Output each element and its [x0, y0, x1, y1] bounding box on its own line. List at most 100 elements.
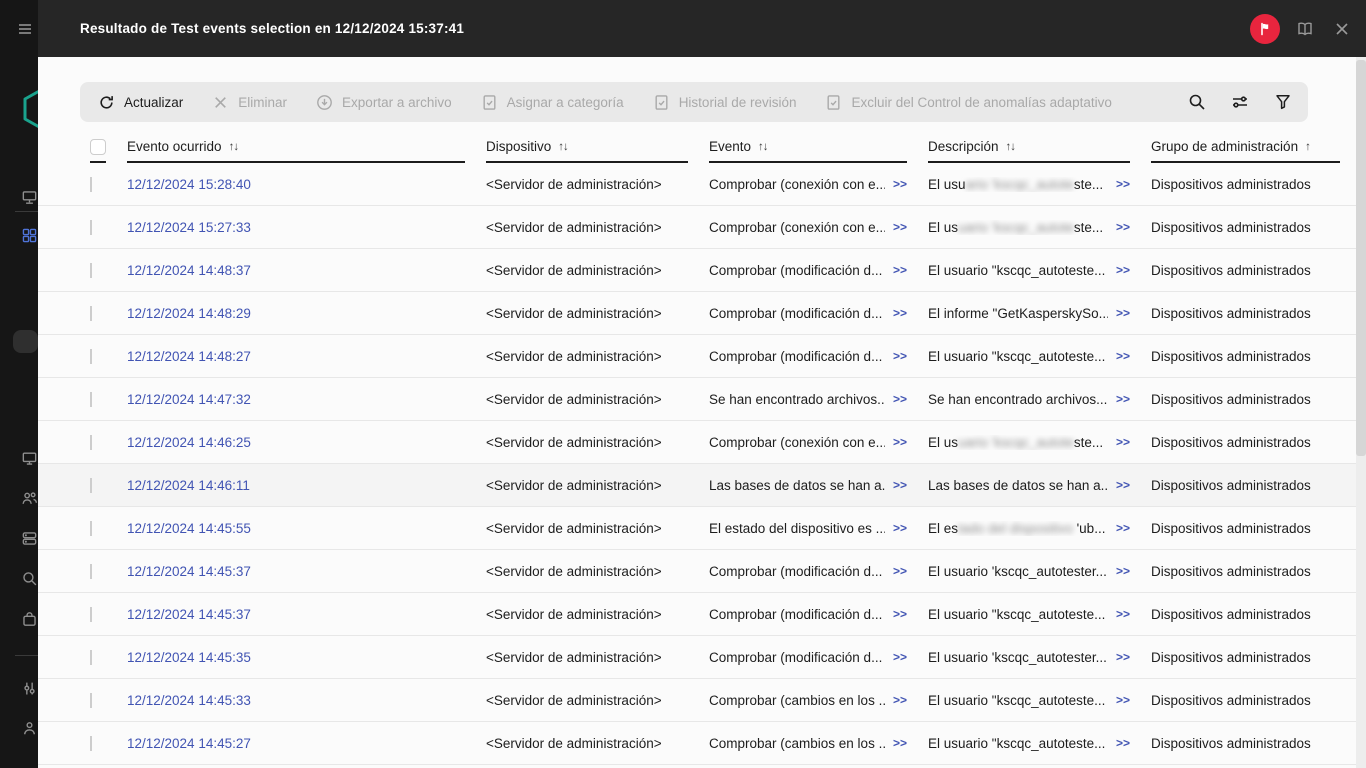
expand-event-link[interactable]: >>: [893, 220, 907, 234]
expand-description-link[interactable]: >>: [1116, 349, 1130, 363]
expand-event-link[interactable]: >>: [893, 736, 907, 750]
expand-event-link[interactable]: >>: [893, 306, 907, 320]
event-time-link[interactable]: 12/12/2024 14:45:55: [127, 521, 251, 536]
table-row[interactable]: 12/12/2024 14:46:11 <Servidor de adminis…: [38, 464, 1366, 507]
export-button[interactable]: Exportar a archivo: [316, 94, 452, 111]
devices-monitor-icon[interactable]: [21, 450, 38, 467]
expand-event-link[interactable]: >>: [893, 521, 907, 535]
table-row[interactable]: 12/12/2024 15:27:33 <Servidor de adminis…: [38, 206, 1366, 249]
row-checkbox[interactable]: [90, 649, 92, 665]
account-icon[interactable]: [21, 720, 38, 737]
search-button[interactable]: [1187, 93, 1206, 112]
admin-server-icon[interactable]: [21, 189, 38, 206]
expand-event-link[interactable]: >>: [893, 263, 907, 277]
event-time-link[interactable]: 12/12/2024 14:45:37: [127, 564, 251, 579]
row-checkbox[interactable]: [90, 348, 92, 364]
table-row[interactable]: 12/12/2024 14:45:37 <Servidor de adminis…: [38, 550, 1366, 593]
event-time-link[interactable]: 12/12/2024 14:47:32: [127, 392, 251, 407]
row-checkbox[interactable]: [90, 305, 92, 321]
event-time-link[interactable]: 12/12/2024 14:45:27: [127, 736, 251, 751]
table-row[interactable]: 12/12/2024 14:48:37 <Servidor de adminis…: [38, 249, 1366, 292]
table-row[interactable]: 12/12/2024 14:45:55 <Servidor de adminis…: [38, 507, 1366, 550]
expand-description-link[interactable]: >>: [1116, 478, 1130, 492]
search-sidebar-icon[interactable]: [21, 570, 38, 587]
expand-event-link[interactable]: >>: [893, 478, 907, 492]
menu-icon[interactable]: [17, 21, 33, 37]
filter-button[interactable]: [1273, 93, 1292, 112]
expand-event-link[interactable]: >>: [893, 693, 907, 707]
delete-button[interactable]: Eliminar: [212, 94, 287, 111]
event-time-link[interactable]: 12/12/2024 14:48:37: [127, 263, 251, 278]
event-time-link[interactable]: 12/12/2024 14:45:37: [127, 607, 251, 622]
table-row[interactable]: 12/12/2024 14:46:25 <Servidor de adminis…: [38, 421, 1366, 464]
row-checkbox[interactable]: [90, 262, 92, 278]
expand-description-link[interactable]: >>: [1116, 220, 1130, 234]
event-time-link[interactable]: 12/12/2024 14:46:11: [127, 478, 250, 493]
expand-description-link[interactable]: >>: [1116, 650, 1130, 664]
column-header-evento[interactable]: Evento ↑↓: [709, 132, 907, 163]
row-checkbox[interactable]: [90, 477, 92, 493]
expand-description-link[interactable]: >>: [1116, 736, 1130, 750]
table-row[interactable]: 12/12/2024 14:45:27 <Servidor de adminis…: [38, 722, 1366, 765]
expand-description-link[interactable]: >>: [1116, 177, 1130, 191]
select-all-checkbox[interactable]: [90, 138, 106, 155]
table-row[interactable]: 12/12/2024 15:28:40 <Servidor de adminis…: [38, 163, 1366, 206]
column-header-evento-ocurrido[interactable]: Evento ocurrido ↑↓: [127, 132, 465, 163]
expand-description-link[interactable]: >>: [1116, 607, 1130, 621]
event-time-link[interactable]: 12/12/2024 14:46:25: [127, 435, 251, 450]
expand-event-link[interactable]: >>: [893, 177, 907, 191]
row-checkbox[interactable]: [90, 176, 92, 192]
refresh-button[interactable]: Actualizar: [98, 94, 183, 111]
expand-description-link[interactable]: >>: [1116, 392, 1130, 406]
table-row[interactable]: 12/12/2024 14:45:37 <Servidor de adminis…: [38, 593, 1366, 636]
notifications-flag-button[interactable]: [1250, 13, 1280, 44]
sort-icon[interactable]: ↑: [1305, 141, 1311, 153]
assign-category-button[interactable]: Asignar a categoría: [481, 94, 624, 111]
sort-icon[interactable]: ↑↓: [758, 141, 768, 153]
scrollbar-thumb[interactable]: [1356, 60, 1366, 456]
expand-event-link[interactable]: >>: [893, 650, 907, 664]
sidebar-active-item[interactable]: [13, 330, 38, 353]
row-checkbox[interactable]: [90, 692, 92, 708]
expand-event-link[interactable]: >>: [893, 607, 907, 621]
event-time-link[interactable]: 12/12/2024 14:45:33: [127, 693, 251, 708]
table-row[interactable]: 12/12/2024 14:45:33 <Servidor de adminis…: [38, 679, 1366, 722]
marketplace-bag-icon[interactable]: [21, 611, 38, 628]
event-time-link[interactable]: 12/12/2024 14:45:35: [127, 650, 251, 665]
sort-icon[interactable]: ↑↓: [1006, 141, 1016, 153]
sort-icon[interactable]: ↑↓: [558, 141, 568, 153]
expand-description-link[interactable]: >>: [1116, 521, 1130, 535]
row-checkbox[interactable]: [90, 735, 92, 751]
column-header-descripcion[interactable]: Descripción ↑↓: [928, 132, 1130, 163]
row-checkbox[interactable]: [90, 563, 92, 579]
storage-icon[interactable]: [21, 530, 38, 547]
sort-icon[interactable]: ↑↓: [229, 141, 239, 153]
expand-description-link[interactable]: >>: [1116, 306, 1130, 320]
expand-description-link[interactable]: >>: [1116, 693, 1130, 707]
event-time-link[interactable]: 12/12/2024 15:27:33: [127, 220, 251, 235]
table-row[interactable]: 12/12/2024 14:45:35 <Servidor de adminis…: [38, 636, 1366, 679]
dashboard-grid-icon[interactable]: [21, 227, 38, 244]
row-checkbox[interactable]: [90, 219, 92, 235]
column-header-grupo-administracion[interactable]: Grupo de administración ↑: [1151, 132, 1340, 163]
expand-description-link[interactable]: >>: [1116, 263, 1130, 277]
expand-event-link[interactable]: >>: [893, 435, 907, 449]
users-icon[interactable]: [21, 490, 38, 507]
revision-history-button[interactable]: Historial de revisión: [653, 94, 796, 111]
event-time-link[interactable]: 12/12/2024 15:28:40: [127, 177, 251, 192]
settings-sliders-icon[interactable]: [21, 680, 38, 697]
row-checkbox[interactable]: [90, 520, 92, 536]
event-time-link[interactable]: 12/12/2024 14:48:29: [127, 306, 251, 321]
row-checkbox[interactable]: [90, 391, 92, 407]
expand-event-link[interactable]: >>: [893, 564, 907, 578]
row-checkbox[interactable]: [90, 434, 92, 450]
table-row[interactable]: 12/12/2024 14:48:27 <Servidor de adminis…: [38, 335, 1366, 378]
column-header-dispositivo[interactable]: Dispositivo ↑↓: [486, 132, 688, 163]
row-checkbox[interactable]: [90, 606, 92, 622]
expand-event-link[interactable]: >>: [893, 349, 907, 363]
table-row[interactable]: 12/12/2024 14:47:32 <Servidor de adminis…: [38, 378, 1366, 421]
event-time-link[interactable]: 12/12/2024 14:48:27: [127, 349, 251, 364]
table-row[interactable]: 12/12/2024 14:48:29 <Servidor de adminis…: [38, 292, 1366, 335]
close-button[interactable]: [1330, 17, 1354, 41]
exclude-adaptive-anomalies-button[interactable]: Excluir del Control de anomalías adaptat…: [825, 94, 1112, 111]
